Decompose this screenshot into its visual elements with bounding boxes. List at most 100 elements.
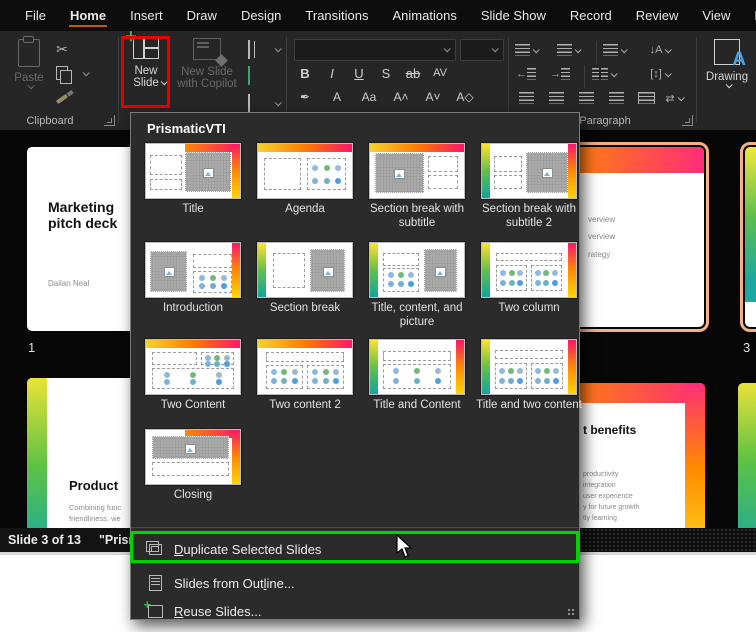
- paragraph-dialog-launcher[interactable]: [682, 115, 693, 126]
- text-highlight-button[interactable]: ✒: [294, 87, 316, 107]
- layout-option-two-content-2[interactable]: Two content 2: [252, 339, 358, 413]
- paste-label: Paste: [14, 72, 44, 84]
- bullets-button[interactable]: [514, 41, 540, 59]
- line-spacing-button[interactable]: [602, 41, 628, 59]
- menu-item-slides-from-outline[interactable]: Slides from Outline...: [132, 569, 579, 597]
- slide-number-1: 1: [28, 340, 36, 355]
- resize-grip[interactable]: [567, 608, 575, 616]
- bold-button[interactable]: B: [294, 63, 316, 83]
- section-chevron-icon[interactable]: [274, 99, 282, 107]
- numbering-button[interactable]: [556, 41, 582, 59]
- reset-slide-button[interactable]: [248, 66, 250, 85]
- layout-option-section-break-with-subtitle-2[interactable]: Section break with subtitle 2: [476, 143, 582, 231]
- convert-to-smartart-button[interactable]: ⇄: [662, 89, 686, 107]
- ribbon-tab-home[interactable]: Home: [59, 2, 117, 29]
- drawing-button[interactable]: Drawing: [702, 35, 752, 111]
- align-center-button[interactable]: [544, 89, 568, 107]
- italic-button[interactable]: I: [321, 63, 343, 83]
- layout-thumbnail: [481, 242, 577, 298]
- copy-chevron-icon[interactable]: [82, 69, 90, 77]
- layout-option-title[interactable]: Title: [140, 143, 246, 217]
- character-spacing-button[interactable]: AV: [429, 63, 451, 83]
- layout-thumbnail: [257, 143, 353, 199]
- layout-option-agenda[interactable]: Agenda: [252, 143, 358, 217]
- text-direction-button[interactable]: ↓A: [648, 41, 673, 59]
- paste-button[interactable]: Paste: [8, 35, 50, 111]
- clear-formatting-button[interactable]: A◇: [454, 87, 476, 107]
- new-slide-copilot-button[interactable]: New Slide with Copilot: [176, 35, 238, 111]
- cut-button[interactable]: ✂: [52, 39, 72, 59]
- slide-thumbnail-3-selected[interactable]: [740, 142, 756, 332]
- menu-item-reuse-slides[interactable]: Reuse Slides...: [132, 597, 579, 625]
- section-button[interactable]: [248, 94, 250, 113]
- ribbon-tab-bar: File Home Insert Draw Design Transitions Anima…: [0, 0, 756, 31]
- copilot-label: New Slide with Copilot: [177, 66, 237, 90]
- ribbon-tab-draw[interactable]: Draw: [176, 2, 228, 29]
- copy-button[interactable]: [52, 63, 72, 84]
- strikethrough-button[interactable]: ab: [402, 63, 424, 83]
- green-annotation-box: [130, 531, 579, 563]
- menu-separator: [131, 527, 579, 528]
- text-shadow-button[interactable]: S: [375, 63, 397, 83]
- font-color-button[interactable]: A: [326, 87, 348, 107]
- font-name-combobox[interactable]: [294, 39, 456, 61]
- layout-label: Two Content: [160, 399, 226, 411]
- ribbon-tab-animations[interactable]: Animations: [382, 2, 468, 29]
- align-left-button[interactable]: [514, 89, 538, 107]
- ribbon-tab-record[interactable]: Record: [559, 2, 623, 29]
- picture-placeholder-icon: [185, 443, 197, 454]
- layout-thumbnail: [257, 242, 353, 298]
- ribbon-tab-help[interactable]: Help: [743, 2, 756, 29]
- clipboard-dialog-launcher[interactable]: [104, 115, 115, 126]
- grow-font-button[interactable]: A˄: [390, 87, 412, 107]
- layout-option-two-content[interactable]: Two Content: [140, 339, 246, 413]
- increase-indent-button[interactable]: →: [548, 65, 572, 83]
- layout-label: Title and two content: [476, 399, 582, 411]
- ribbon-tab-slide-show[interactable]: Slide Show: [470, 2, 557, 29]
- columns-button[interactable]: [592, 65, 618, 83]
- layout-option-title-content-and-picture[interactable]: Title, content, and picture: [364, 242, 470, 330]
- layout-option-two-column[interactable]: Two column: [476, 242, 582, 316]
- layout-option-section-break[interactable]: Section break: [252, 242, 358, 316]
- ribbon-tab-review[interactable]: Review: [625, 2, 690, 29]
- slide-layout-button[interactable]: [248, 40, 250, 59]
- layout-option-title-and-content[interactable]: Title and Content: [364, 339, 470, 413]
- layout-icon: [248, 40, 250, 59]
- layout-thumbnail: [369, 242, 465, 298]
- layout-option-title-and-two-content[interactable]: Title and two content: [476, 339, 582, 413]
- layout-option-closing[interactable]: Closing: [140, 429, 246, 503]
- align-text-button[interactable]: [↕]: [648, 65, 672, 83]
- ribbon-tab-file[interactable]: File: [14, 2, 57, 29]
- picture-placeholder-icon: [435, 266, 447, 277]
- picture-placeholder-icon: [163, 267, 175, 278]
- layout-thumbnail: [145, 242, 241, 298]
- mouse-cursor: [396, 534, 413, 558]
- layout-label: Two column: [498, 302, 560, 314]
- underline-button[interactable]: U: [348, 63, 370, 83]
- justify-button[interactable]: [604, 89, 628, 107]
- slides-from-outline-icon: [148, 575, 162, 591]
- font-size-combobox[interactable]: [460, 39, 504, 61]
- powerpoint-window: File Home Insert Draw Design Transitions Anima…: [0, 0, 756, 632]
- layout-label: Title: [182, 203, 204, 215]
- menu-item-label: Slides from Outline...: [174, 575, 295, 591]
- decrease-indent-button[interactable]: ←: [514, 65, 538, 83]
- layout-thumbnail: [481, 143, 577, 199]
- picture-placeholder-icon: [394, 168, 406, 179]
- ribbon-tab-view[interactable]: View: [691, 2, 741, 29]
- ribbon-tab-transitions[interactable]: Transitions: [294, 2, 379, 29]
- format-painter-button[interactable]: [52, 89, 72, 109]
- distribute-button[interactable]: [634, 89, 658, 107]
- layout-chevron-icon[interactable]: [274, 45, 282, 53]
- layout-label: Section break: [269, 302, 341, 314]
- align-right-button[interactable]: [574, 89, 598, 107]
- layout-label: Section break with subtitle 2: [482, 203, 576, 229]
- layout-label: Two content 2: [269, 399, 341, 411]
- change-case-button[interactable]: Aa: [358, 87, 380, 107]
- layout-option-section-break-with-subtitle[interactable]: Section break with subtitle: [364, 143, 470, 231]
- shrink-font-button[interactable]: A˅: [422, 87, 444, 107]
- layout-option-introduction[interactable]: Introduction: [140, 242, 246, 316]
- layout-label: Agenda: [285, 203, 325, 215]
- ribbon-tab-design[interactable]: Design: [230, 2, 292, 29]
- ribbon-tab-insert[interactable]: Insert: [119, 2, 174, 29]
